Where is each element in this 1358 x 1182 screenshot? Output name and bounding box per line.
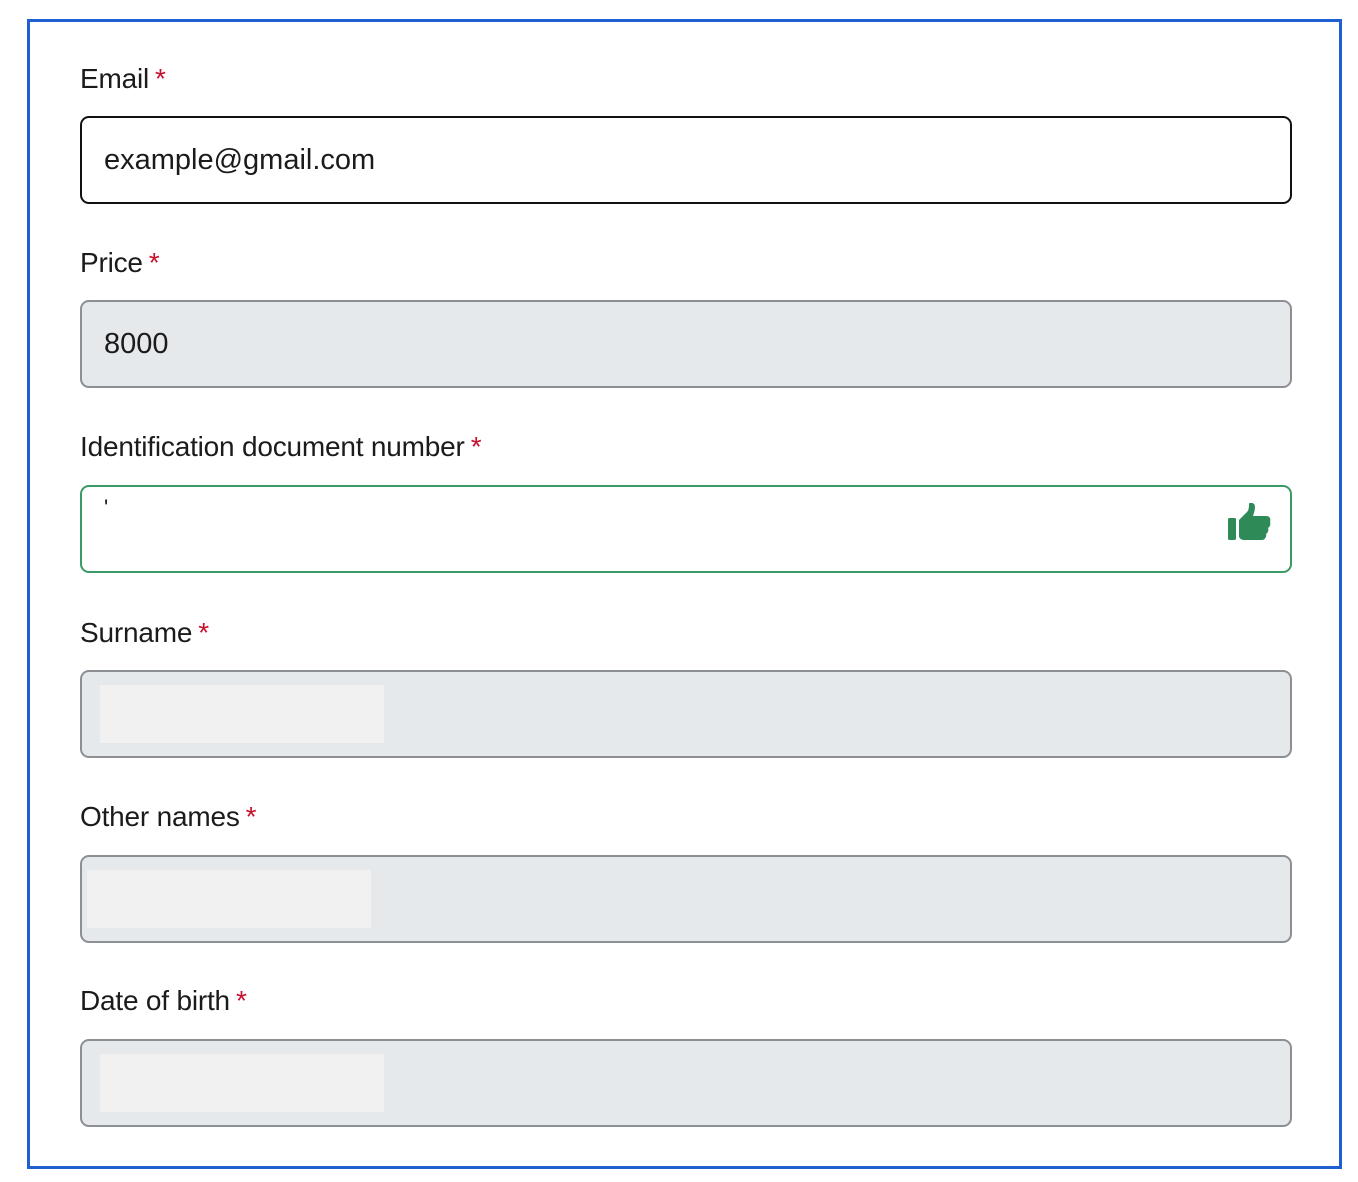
required-marker: * — [235, 985, 247, 1016]
redacted-value — [100, 685, 384, 743]
required-marker: * — [198, 617, 209, 648]
surname-label-text: Surname — [80, 617, 193, 648]
price-input-value: 8000 — [104, 327, 169, 360]
required-marker: * — [155, 63, 166, 94]
id-number-label-text: Identification document number — [80, 431, 465, 462]
email-group: Email * example@gmail.com — [80, 62, 1292, 204]
price-label-text: Price — [80, 247, 143, 278]
redacted-value — [100, 1054, 384, 1112]
email-label: Email * — [80, 62, 1292, 96]
price-label: Price * — [80, 246, 1292, 280]
thumbs-up-icon — [1228, 502, 1272, 543]
email-label-text: Email — [80, 63, 150, 94]
required-marker: * — [148, 247, 160, 278]
date-of-birth-label-text: Date of birth — [80, 985, 230, 1016]
other-names-label-text: Other names — [80, 801, 240, 832]
other-names-input[interactable] — [80, 855, 1292, 943]
form-container: Email * example@gmail.com Price * 8000 Ide… — [27, 19, 1342, 1169]
id-number-group: Identification document number * ' — [80, 430, 1292, 573]
surname-label: Surname * — [80, 616, 1292, 650]
date-of-birth-input[interactable] — [80, 1039, 1292, 1127]
price-group: Price * 8000 — [80, 246, 1292, 388]
email-input[interactable]: example@gmail.com — [80, 116, 1292, 204]
id-number-input-value: ' — [104, 495, 109, 520]
price-input[interactable]: 8000 — [80, 300, 1292, 388]
required-marker: * — [470, 431, 482, 462]
id-number-label: Identification document number * — [80, 430, 1292, 464]
date-of-birth-group: Date of birth * — [80, 984, 1292, 1127]
redacted-value — [87, 870, 371, 928]
id-number-input[interactable]: ' — [80, 485, 1292, 573]
other-names-label: Other names * — [80, 800, 1292, 834]
other-names-group: Other names * — [80, 800, 1292, 943]
surname-input[interactable] — [80, 670, 1292, 758]
required-marker: * — [245, 801, 257, 832]
surname-group: Surname * — [80, 616, 1292, 758]
email-input-value: example@gmail.com — [104, 143, 376, 176]
date-of-birth-label: Date of birth * — [80, 984, 1292, 1018]
